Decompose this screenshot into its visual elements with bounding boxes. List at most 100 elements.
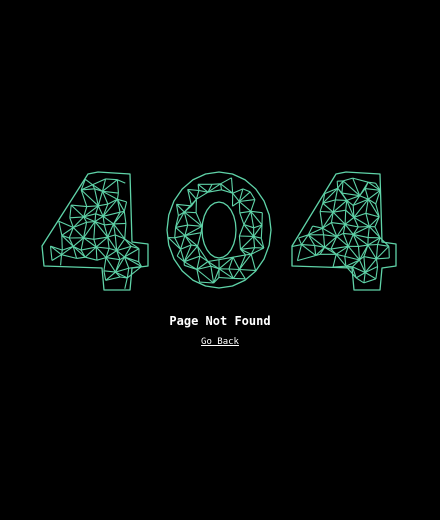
- mesh-edge: [116, 193, 119, 200]
- mesh-edge: [364, 258, 377, 273]
- mesh-edge: [368, 226, 381, 239]
- mesh-edge: [97, 191, 104, 206]
- digit-4-left: [41, 171, 149, 291]
- mesh-edge: [196, 232, 202, 247]
- mesh-edge: [324, 236, 338, 248]
- mesh-edge: [323, 234, 326, 248]
- mesh-edge: [58, 221, 63, 236]
- mesh-edge: [301, 244, 317, 256]
- mesh-edge: [347, 234, 354, 247]
- mesh-edge: [250, 199, 256, 212]
- mesh-edge: [367, 243, 378, 246]
- mesh-edge: [232, 269, 240, 279]
- mesh-edge: [352, 177, 369, 183]
- mesh-edge: [238, 201, 252, 212]
- mesh-edge: [71, 204, 87, 208]
- mesh-edge: [220, 177, 232, 185]
- mesh-edge: [238, 224, 245, 237]
- page-title: Page Not Found: [169, 314, 271, 328]
- mesh-edge: [232, 254, 246, 258]
- mesh-edge: [69, 205, 72, 218]
- mesh-edge: [239, 210, 251, 214]
- mesh-edge: [105, 257, 120, 261]
- mesh-edge: [342, 177, 353, 182]
- mesh-edge: [301, 244, 315, 246]
- mesh-edge: [96, 246, 110, 249]
- mesh-edge: [344, 216, 355, 225]
- mesh-edge: [60, 254, 63, 266]
- mesh-edge: [352, 205, 355, 218]
- mesh-edge: [105, 178, 118, 181]
- mesh-edge: [86, 221, 96, 223]
- mesh-edge: [243, 211, 252, 225]
- mesh-edge: [314, 245, 317, 256]
- mesh-edge: [238, 201, 241, 213]
- back-link-container: Go Back: [0, 337, 440, 347]
- mesh-edge: [103, 270, 107, 281]
- mesh-edge: [174, 235, 186, 239]
- mesh-edge: [207, 259, 220, 263]
- mesh-edge: [232, 201, 240, 207]
- mesh-edge: [102, 203, 109, 217]
- mesh-edge: [93, 221, 96, 240]
- mesh-edge: [103, 270, 116, 273]
- mesh-edge: [297, 254, 316, 262]
- mesh-edge: [376, 257, 390, 260]
- mesh-edge: [94, 213, 97, 222]
- mesh-edge: [174, 237, 182, 250]
- mesh-edge: [344, 210, 347, 225]
- mesh-edge: [228, 268, 240, 271]
- mesh-edge: [218, 276, 234, 279]
- mesh-edge: [117, 179, 126, 184]
- mesh-edge: [239, 212, 245, 225]
- mesh-edge: [232, 256, 240, 270]
- mesh-edge: [96, 257, 107, 261]
- mesh-edge: [375, 258, 379, 267]
- mesh-edge: [176, 203, 192, 207]
- mesh-edge: [336, 181, 339, 189]
- mesh-edge: [238, 235, 242, 250]
- mesh-edge: [174, 227, 177, 238]
- mesh-edge: [199, 281, 214, 284]
- mesh-edge: [364, 272, 377, 280]
- mesh-edge: [376, 245, 390, 260]
- mesh-edge: [357, 246, 361, 261]
- mesh-edge: [76, 256, 86, 259]
- mesh-edge: [84, 178, 93, 186]
- mesh-edge: [238, 269, 246, 280]
- mesh-edge: [319, 203, 324, 212]
- not-found-page: Page Not Found Go Back: [0, 0, 440, 520]
- mesh-edge: [240, 236, 254, 250]
- mesh-edge: [175, 224, 188, 228]
- mesh-edge: [355, 272, 366, 279]
- mesh-edge: [103, 257, 107, 271]
- mesh-edge: [176, 249, 182, 257]
- mesh-edge: [322, 202, 334, 213]
- mesh-edge: [123, 211, 127, 224]
- digit-0-middle: [166, 171, 272, 289]
- mesh-edge: [92, 178, 106, 186]
- mesh-edge: [239, 268, 256, 272]
- mesh-edge: [363, 256, 377, 260]
- mesh-edge: [296, 244, 303, 261]
- mesh-edge: [375, 244, 379, 259]
- mesh-edge: [367, 226, 370, 238]
- mesh-edge: [335, 199, 347, 201]
- mesh-edge: [95, 246, 98, 261]
- error-code-404-graphic: [0, 160, 440, 300]
- mesh-edge: [69, 216, 84, 219]
- mesh-edge: [187, 224, 203, 227]
- mesh-edge: [343, 232, 354, 235]
- mesh-edge: [124, 223, 127, 239]
- mesh-edge: [105, 257, 116, 273]
- mesh-edge: [175, 226, 186, 237]
- mesh-edge: [355, 277, 365, 284]
- mesh-edge: [332, 211, 346, 225]
- mesh-edge: [358, 244, 368, 247]
- mesh-edge: [184, 211, 197, 214]
- mesh-edge: [249, 191, 256, 200]
- mesh-edge: [250, 210, 263, 214]
- mesh-edge: [242, 188, 251, 193]
- go-back-link[interactable]: Go Back: [201, 337, 239, 347]
- mesh-edge: [367, 244, 377, 260]
